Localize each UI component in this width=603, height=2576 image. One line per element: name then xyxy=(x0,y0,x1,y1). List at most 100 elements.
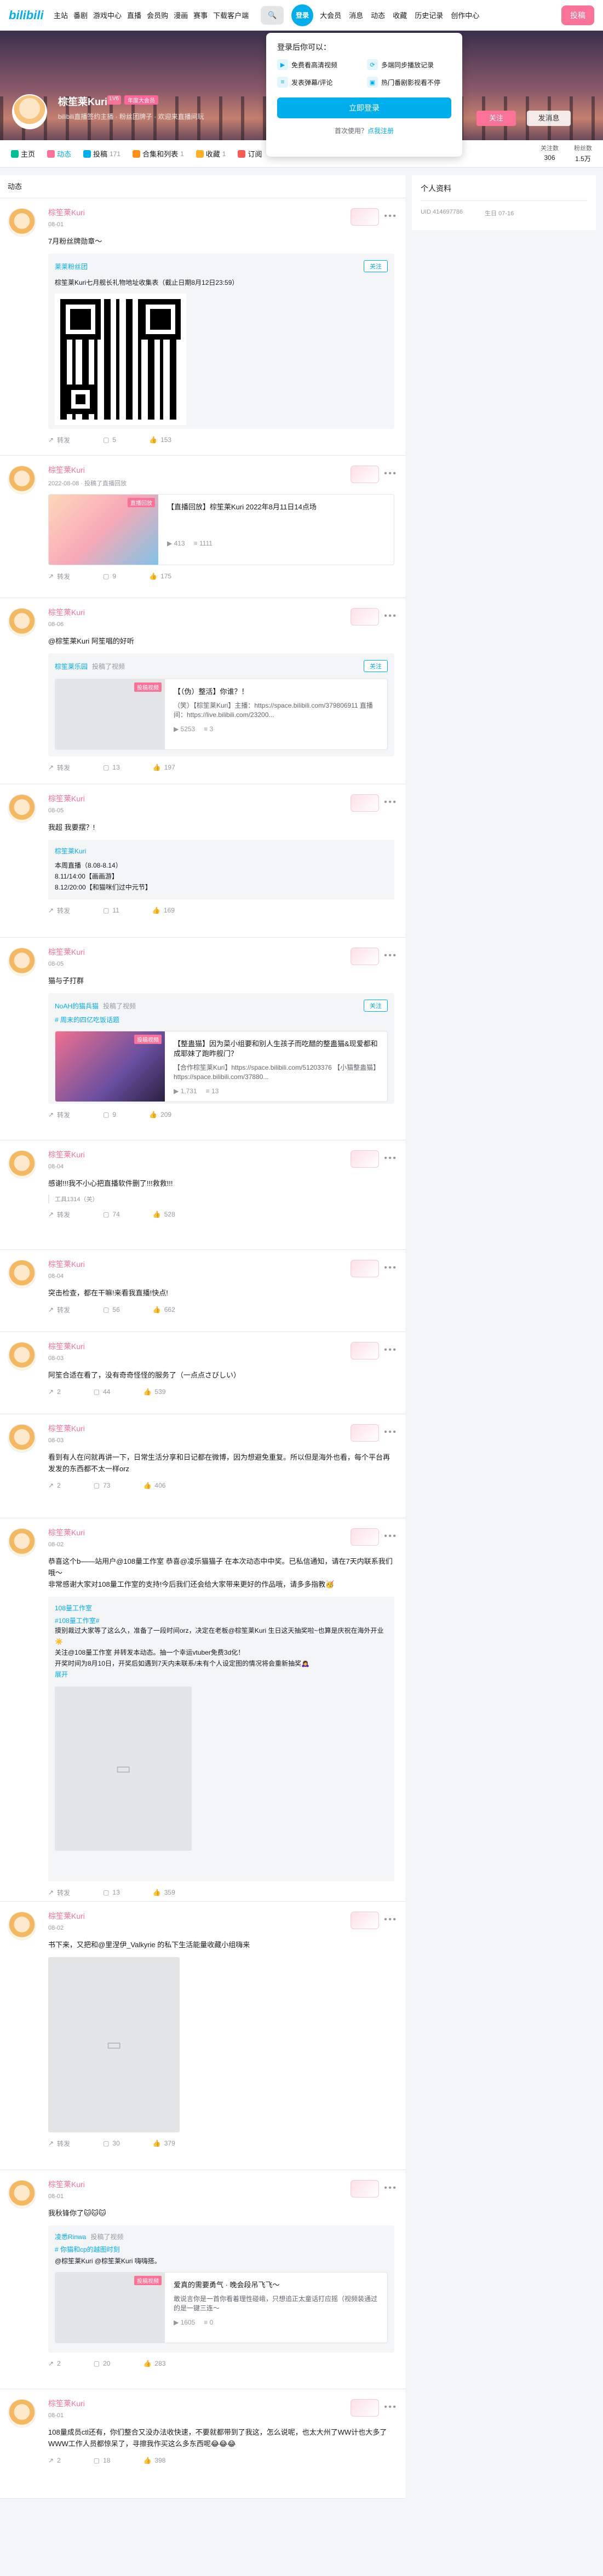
bilibili-logo[interactable]: bilibili xyxy=(9,6,48,25)
nav-item-match[interactable]: 赛事 xyxy=(193,10,208,20)
post-avatar[interactable] xyxy=(8,794,36,823)
tab-subscriptions[interactable]: 订阅 xyxy=(238,148,262,159)
more-dots-icon[interactable]: • • • xyxy=(384,211,396,221)
share-button[interactable]: ↗ 转发 xyxy=(48,2139,70,2148)
post-avatar[interactable] xyxy=(8,1260,36,1288)
post-author[interactable]: 棕笙莱Kuri xyxy=(48,1911,394,1921)
post-author[interactable]: 棕笙莱Kuri xyxy=(48,793,394,804)
share-button[interactable]: ↗ 转发 xyxy=(48,572,70,581)
post-author[interactable]: 棕笙莱Kuri xyxy=(48,464,394,475)
like-button[interactable]: 👍 528 xyxy=(153,1210,175,1218)
more-dots-icon[interactable]: • • • xyxy=(384,2402,396,2412)
login-avatar-button[interactable]: 登录 xyxy=(291,4,314,26)
post-author[interactable]: 棕笙莱Kuri xyxy=(48,2179,394,2190)
post-avatar[interactable] xyxy=(8,608,36,636)
nav-item-dynamic[interactable]: 动态 xyxy=(371,10,385,20)
topic-link[interactable]: # 周末的四亿吃饭话题 xyxy=(55,1015,388,1024)
more-dots-icon[interactable]: • • • xyxy=(384,2183,396,2193)
forward-author[interactable]: 凌悉Rinwa xyxy=(55,2232,86,2241)
image-placeholder[interactable] xyxy=(48,1957,180,2132)
share-button[interactable]: ↗ 转发 xyxy=(48,1305,70,1315)
like-button[interactable]: 👍 197 xyxy=(153,764,175,771)
share-button[interactable]: ↗ 转发 xyxy=(48,435,70,445)
post-author[interactable]: 棕笙莱Kuri xyxy=(48,1149,394,1160)
more-dots-icon[interactable]: • • • xyxy=(384,611,396,621)
nav-item-message[interactable]: 消息 xyxy=(349,10,363,20)
post-avatar[interactable] xyxy=(8,1528,36,1557)
like-button[interactable]: 👍 153 xyxy=(149,436,171,444)
like-button[interactable]: 👍 209 xyxy=(149,1111,171,1118)
video-card[interactable]: 投稿视频 【整蛊猫】因为菜小组要和别人生孩子而吃醋的整蛊猫&现爱都和成耶妹了跑昨… xyxy=(55,1031,388,1102)
post-author[interactable]: 棕笙莱Kuri xyxy=(48,1259,394,1270)
forward-follow-button[interactable]: 关注 xyxy=(364,1000,388,1012)
nav-item-mall[interactable]: 会员购 xyxy=(147,10,168,20)
like-button[interactable]: 👍 175 xyxy=(149,572,171,580)
following-stat[interactable]: 关注数 306 xyxy=(541,144,559,163)
nav-item-favorites[interactable]: 收藏 xyxy=(393,10,407,20)
tab-favorites[interactable]: 收藏 1 xyxy=(196,148,226,159)
forward-author[interactable]: NoAH的猫兵猫 xyxy=(55,1001,99,1011)
more-dots-icon[interactable]: • • • xyxy=(384,469,396,479)
like-button[interactable]: 👍 379 xyxy=(153,2139,175,2147)
post-avatar[interactable] xyxy=(8,1424,36,1453)
comment-button[interactable]: ▢ 13 xyxy=(103,1889,120,1896)
share-button[interactable]: ↗ 2 xyxy=(48,2457,61,2464)
share-button[interactable]: ↗ 转发 xyxy=(48,1888,70,1897)
video-card[interactable]: 投稿视频 【（伪）整活】你谁？！ （笑）【棕笙莱Kuri】主播：https://… xyxy=(55,679,388,750)
more-dots-icon[interactable]: • • • xyxy=(384,1345,396,1355)
share-button[interactable]: ↗ 转发 xyxy=(48,1110,70,1120)
tab-collections[interactable]: 合集和列表 1 xyxy=(133,148,184,159)
forward-author[interactable]: 棕笙莱乐园 xyxy=(55,662,88,671)
share-button[interactable]: ↗ 2 xyxy=(48,1388,61,1396)
nav-item-manga[interactable]: 漫画 xyxy=(174,10,188,20)
fans-stat[interactable]: 粉丝数 1.5万 xyxy=(574,144,592,163)
forward-follow-button[interactable]: 关注 xyxy=(364,260,388,272)
message-button[interactable]: 发消息 xyxy=(527,111,571,126)
comment-button[interactable]: ▢ 56 xyxy=(103,1306,120,1313)
more-dots-icon[interactable]: • • • xyxy=(384,1154,396,1163)
post-avatar[interactable] xyxy=(8,2180,36,2208)
nav-item-vip[interactable]: 大会员 xyxy=(320,10,341,20)
forward-author[interactable]: 棕笙莱Kuri xyxy=(55,846,388,856)
comment-button[interactable]: ▢ 18 xyxy=(94,2457,111,2464)
video-card[interactable]: 直播回放 【直播回放】棕笙莱Kuri 2022年8月11日14点场 ▶ 413 ≡… xyxy=(48,494,394,565)
post-author[interactable]: 棕笙莱Kuri xyxy=(48,607,394,618)
share-button[interactable]: ↗ 转发 xyxy=(48,1210,70,1219)
nav-item-live[interactable]: 直播 xyxy=(127,10,141,20)
share-button[interactable]: ↗ 2 xyxy=(48,1482,61,1489)
post-author[interactable]: 棕笙莱Kuri xyxy=(48,1527,394,1538)
share-button[interactable]: ↗ 2 xyxy=(48,2360,61,2367)
comment-button[interactable]: ▢ 9 xyxy=(103,572,116,580)
post-author[interactable]: 棕笙莱Kuri xyxy=(48,1423,394,1434)
more-dots-icon[interactable]: • • • xyxy=(384,1263,396,1273)
forward-follow-button[interactable]: 关注 xyxy=(364,660,388,672)
post-avatar[interactable] xyxy=(8,208,36,237)
like-button[interactable]: 👍 406 xyxy=(143,1482,165,1489)
video-card[interactable]: 投稿视频 爱真的需要勇气 · 晚会段吊飞飞～ 敢说言你是一首你看着理性碰峨，只想… xyxy=(55,2272,388,2343)
post-avatar[interactable] xyxy=(8,466,36,494)
nav-item-game[interactable]: 游戏中心 xyxy=(93,10,122,20)
image-placeholder[interactable] xyxy=(55,1686,192,1851)
like-button[interactable]: 👍 169 xyxy=(152,907,175,914)
nav-item-history[interactable]: 历史记录 xyxy=(415,10,443,20)
topic-link[interactable]: #108量工作室# xyxy=(55,1616,388,1625)
more-dots-icon[interactable]: • • • xyxy=(384,1915,396,1925)
topic-link[interactable]: # 你猫和cp的越图时刻 xyxy=(55,2245,388,2254)
comment-button[interactable]: ▢ 30 xyxy=(103,2139,120,2147)
share-button[interactable]: ↗ 转发 xyxy=(48,906,70,915)
comment-button[interactable]: ▢ 13 xyxy=(103,764,120,771)
tab-dynamic[interactable]: 动态 xyxy=(47,148,71,159)
comment-button[interactable]: ▢ 11 xyxy=(103,907,119,914)
like-button[interactable]: 👍 398 xyxy=(143,2457,165,2464)
post-avatar[interactable] xyxy=(8,2399,36,2428)
like-button[interactable]: 👍 539 xyxy=(143,1388,165,1396)
post-avatar[interactable] xyxy=(8,948,36,976)
register-link[interactable]: 点我注册 xyxy=(367,127,394,135)
comment-button[interactable]: ▢ 44 xyxy=(94,1388,111,1396)
like-button[interactable]: 👍 283 xyxy=(143,2360,165,2367)
nav-item-main[interactable]: 主站 xyxy=(54,10,68,20)
forward-author[interactable]: 莱莱粉丝团 xyxy=(55,262,88,271)
more-dots-icon[interactable]: • • • xyxy=(384,1531,396,1541)
share-button[interactable]: ↗ 转发 xyxy=(48,763,70,772)
tab-home[interactable]: 主页 xyxy=(11,148,35,159)
